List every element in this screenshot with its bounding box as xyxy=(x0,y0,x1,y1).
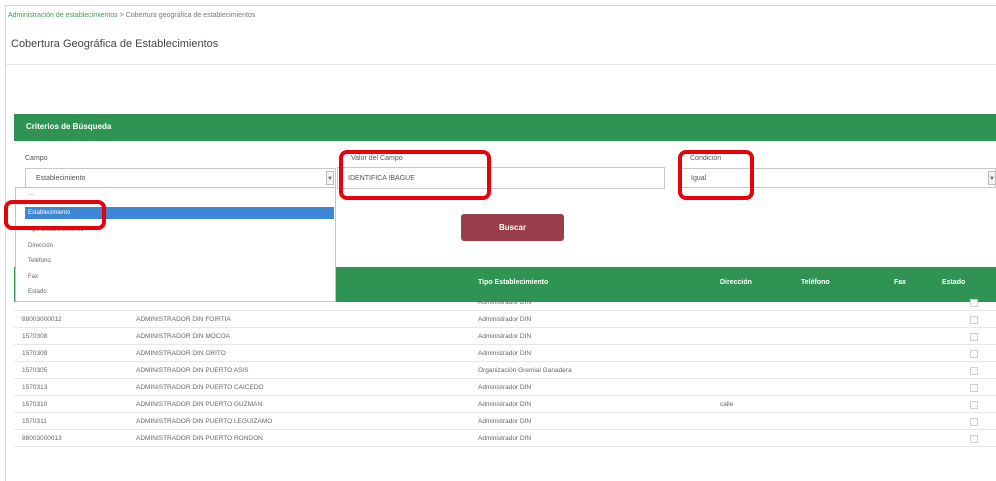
dropdown-option-estado[interactable]: Estado xyxy=(28,289,47,295)
estado-checkbox[interactable] xyxy=(970,401,978,409)
table-row[interactable]: 1570305 ADMINISTRADOR DIN PUERTO ASIS Orga… xyxy=(14,362,996,379)
cell-name: ADMINISTRADOR DIN PUERTO GUZMAN xyxy=(136,401,263,408)
cell-name: ADMINISTRADOR DIN PUERTO ASIS xyxy=(136,367,249,374)
estado-checkbox[interactable] xyxy=(970,333,978,341)
cell-type: Administrador DIN xyxy=(478,418,532,425)
chevron-down-icon[interactable]: ▼ xyxy=(988,171,996,185)
cell-code: 1570308 xyxy=(22,333,48,340)
cell-type: Administrador DIN xyxy=(478,316,532,323)
highlight-valor-field xyxy=(339,150,491,200)
estado-checkbox[interactable] xyxy=(970,367,978,375)
table-row[interactable]: 88003000013 ADMINISTRADOR DIN PUERTO ROND… xyxy=(14,430,996,447)
column-header-tipo[interactable]: Tipo Establecimiento xyxy=(478,279,548,286)
cell-type: Administrador DIN xyxy=(478,401,532,408)
cell-name: ADMINISTRADOR DIN PUERTO RONDON xyxy=(136,435,263,442)
table-row[interactable]: 1570308 ADMINISTRADOR DIN MOCOA Administra… xyxy=(14,328,996,345)
buscar-button[interactable]: Buscar xyxy=(461,214,564,241)
table-row[interactable]: 1570311 ADMINISTRADOR DIN PUERTO LEGUIZAM… xyxy=(14,413,996,430)
column-header-telefono[interactable]: Teléfono xyxy=(801,279,830,286)
cell-type: Organización Gremial Ganadera xyxy=(478,367,572,374)
cell-type: Administrador DIN xyxy=(478,299,532,306)
page-title: Cobertura Geográfica de Establecimientos xyxy=(11,38,219,50)
cell-code: 1570313 xyxy=(22,384,48,391)
cell-type: Administrador DIN xyxy=(478,350,532,357)
dropdown-option-fax[interactable]: Fax xyxy=(28,274,38,280)
cell-code: 1570305 xyxy=(22,367,48,374)
cell-name: ADMINISTRADOR DIN PUERTO CAICEDO xyxy=(136,384,264,391)
highlight-selected-option xyxy=(4,200,106,230)
column-header-estado[interactable]: Estado xyxy=(942,279,965,286)
cell-type: Administrador DIN xyxy=(478,384,532,391)
dropdown-option[interactable]: ... xyxy=(28,191,33,197)
table-row[interactable]: 1570310 ADMINISTRADOR DIN PUERTO GUZMAN Ad… xyxy=(14,396,996,413)
cell-code: 1570310 xyxy=(22,401,48,408)
breadcrumb-current: Cobertura geográfica de establecimientos xyxy=(125,12,256,19)
cell-name: ADMINISTRADOR DIN MOCOA xyxy=(136,333,230,340)
frame-top-border xyxy=(5,5,996,6)
cell-code: 88003000013 xyxy=(22,435,62,442)
estado-checkbox[interactable] xyxy=(970,316,978,324)
estado-checkbox[interactable] xyxy=(970,350,978,358)
breadcrumb-link[interactable]: Administración de establecimientos xyxy=(8,12,118,19)
cell-type: Administrador DIN xyxy=(478,333,532,340)
cell-address: calle xyxy=(720,401,734,408)
dropdown-option-direccion[interactable]: Dirección xyxy=(28,243,53,249)
estado-checkbox[interactable] xyxy=(970,299,978,307)
table-row[interactable]: 88003000012 ADMINISTRADOR DIN FOIRTIA Admi… xyxy=(14,311,996,328)
cell-code: 88003000012 xyxy=(22,316,62,323)
cell-type: Administrador DIN xyxy=(478,435,532,442)
cell-code: 1570309 xyxy=(22,350,48,357)
chevron-down-icon[interactable]: ▼ xyxy=(326,171,334,185)
estado-checkbox[interactable] xyxy=(970,418,978,426)
estado-checkbox[interactable] xyxy=(970,384,978,392)
criteria-panel-title: Criterios de Búsqueda xyxy=(26,122,112,131)
breadcrumb: Administración de establecimientos > Cob… xyxy=(8,12,255,19)
column-header-fax[interactable]: Fax xyxy=(894,279,906,286)
column-header-direccion[interactable]: Dirección xyxy=(720,279,752,286)
table-row[interactable]: 1570309 ADMINISTRADOR DIN ORITO Administra… xyxy=(14,345,996,362)
dropdown-option-telefono[interactable]: Teléfono xyxy=(28,258,51,264)
table-row[interactable]: 1570313 ADMINISTRADOR DIN PUERTO CAICEDO A… xyxy=(14,379,996,396)
campo-select[interactable]: Establecimiento ▼ xyxy=(25,168,336,188)
breadcrumb-separator: > xyxy=(119,12,124,19)
cell-name: ADMINISTRADOR DIN ORITO xyxy=(136,350,226,357)
cell-name: ADMINISTRADOR DIN PUERTO LEGUIZAMO xyxy=(136,418,273,425)
frame-left-border xyxy=(5,5,6,481)
campo-label: Campo xyxy=(25,155,48,162)
criteria-panel-header: Criterios de Búsqueda xyxy=(14,114,996,141)
campo-select-value: Establecimiento xyxy=(36,175,86,182)
cell-name: ADMINISTRADOR DIN FOIRTIA xyxy=(136,316,231,323)
highlight-condicion-field xyxy=(678,150,754,200)
cell-code: 1570311 xyxy=(22,418,47,425)
estado-checkbox[interactable] xyxy=(970,435,978,443)
title-divider xyxy=(6,64,996,65)
